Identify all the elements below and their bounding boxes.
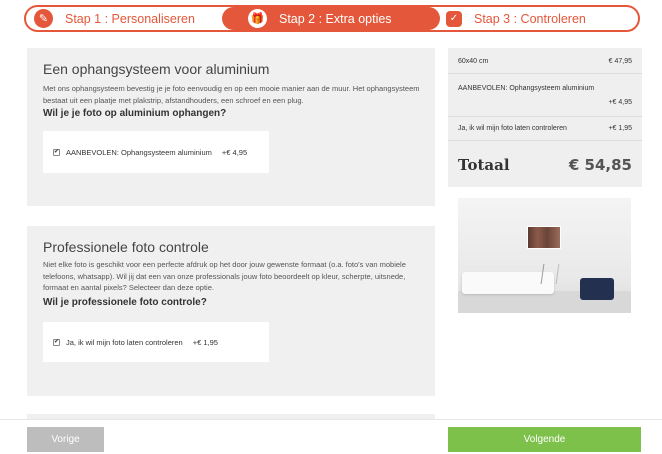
summary-row: 60x40 cm € 47,95	[458, 58, 632, 65]
step-personaliseren[interactable]: ✎ Stap 1 : Personaliseren	[26, 7, 222, 30]
summary-row-label: 60x40 cm	[458, 58, 489, 65]
total-label: Totaal	[458, 156, 510, 174]
next-button[interactable]: Volgende	[448, 427, 641, 452]
step-label: Stap 2 : Extra opties	[279, 11, 392, 26]
step-controleren[interactable]: ✓ Stap 3 : Controleren	[440, 7, 638, 30]
option-choice-photo-check[interactable]: ✔ Ja, ik wil mijn foto laten controleren…	[43, 322, 269, 362]
option-title: Een ophangsysteem voor aluminium	[43, 61, 270, 77]
option-question: Wil je je foto op aluminium ophangen?	[43, 108, 227, 119]
option-panel-hanging-system: Een ophangsysteem voor aluminium Met ons…	[27, 48, 435, 206]
room-preview-image	[458, 198, 631, 313]
order-summary: 60x40 cm € 47,95 AANBEVOLEN: Ophangsyste…	[448, 48, 642, 187]
option-question: Wil je professionele foto controle?	[43, 297, 207, 308]
summary-row: Ja, ik wil mijn foto laten controleren +…	[458, 125, 632, 132]
step-extra-opties[interactable]: 🎁 Stap 2 : Extra opties	[222, 7, 440, 30]
gift-icon: 🎁	[248, 9, 267, 28]
option-choice-hanging-system[interactable]: ✔ AANBEVOLEN: Ophangsysteem aluminium +€…	[43, 131, 269, 173]
divider	[448, 140, 642, 141]
summary-row-value: +€ 1,95	[608, 125, 632, 132]
previous-button[interactable]: Vorige	[27, 427, 104, 452]
choice-label: AANBEVOLEN: Ophangsysteem aluminium	[66, 147, 212, 157]
photo-on-wall	[527, 226, 561, 249]
step-label: Stap 3 : Controleren	[474, 11, 586, 26]
checklist-icon: ✓	[446, 10, 462, 27]
checkbox[interactable]: ✔	[53, 338, 60, 346]
total-value: € 54,85	[568, 156, 632, 174]
page: ✎ Stap 1 : Personaliseren 🎁 Stap 2 : Ext…	[0, 0, 662, 454]
summary-row: AANBEVOLEN: Ophangsysteem aluminium +€ 4…	[458, 85, 632, 106]
divider	[448, 116, 642, 117]
progress-stepper: ✎ Stap 1 : Personaliseren 🎁 Stap 2 : Ext…	[24, 5, 640, 32]
choice-label: Ja, ik wil mijn foto laten controleren	[66, 337, 183, 347]
choice-price: +€ 4,95	[221, 147, 248, 157]
step-label: Stap 1 : Personaliseren	[65, 11, 195, 26]
summary-row-label: Ja, ik wil mijn foto laten controleren	[458, 125, 567, 132]
option-description: Niet elke foto is geschikt voor een perf…	[43, 260, 406, 292]
plant	[540, 264, 560, 284]
summary-row-label: AANBEVOLEN: Ophangsysteem aluminium	[458, 85, 595, 92]
checkbox[interactable]: ✔	[53, 148, 60, 156]
option-description: Met ons ophangsysteem bevestig je je fot…	[43, 84, 420, 105]
choice-price: +€ 1,95	[192, 337, 218, 347]
divider	[448, 73, 642, 74]
summary-row-value: +€ 4,95	[608, 99, 632, 106]
ottoman	[580, 278, 614, 300]
option-title: Professionele foto controle	[43, 239, 209, 255]
summary-row-value: € 47,95	[608, 58, 632, 65]
option-panel-photo-check: Professionele foto controle Niet elke fo…	[27, 226, 435, 396]
pencil-icon: ✎	[34, 9, 53, 28]
